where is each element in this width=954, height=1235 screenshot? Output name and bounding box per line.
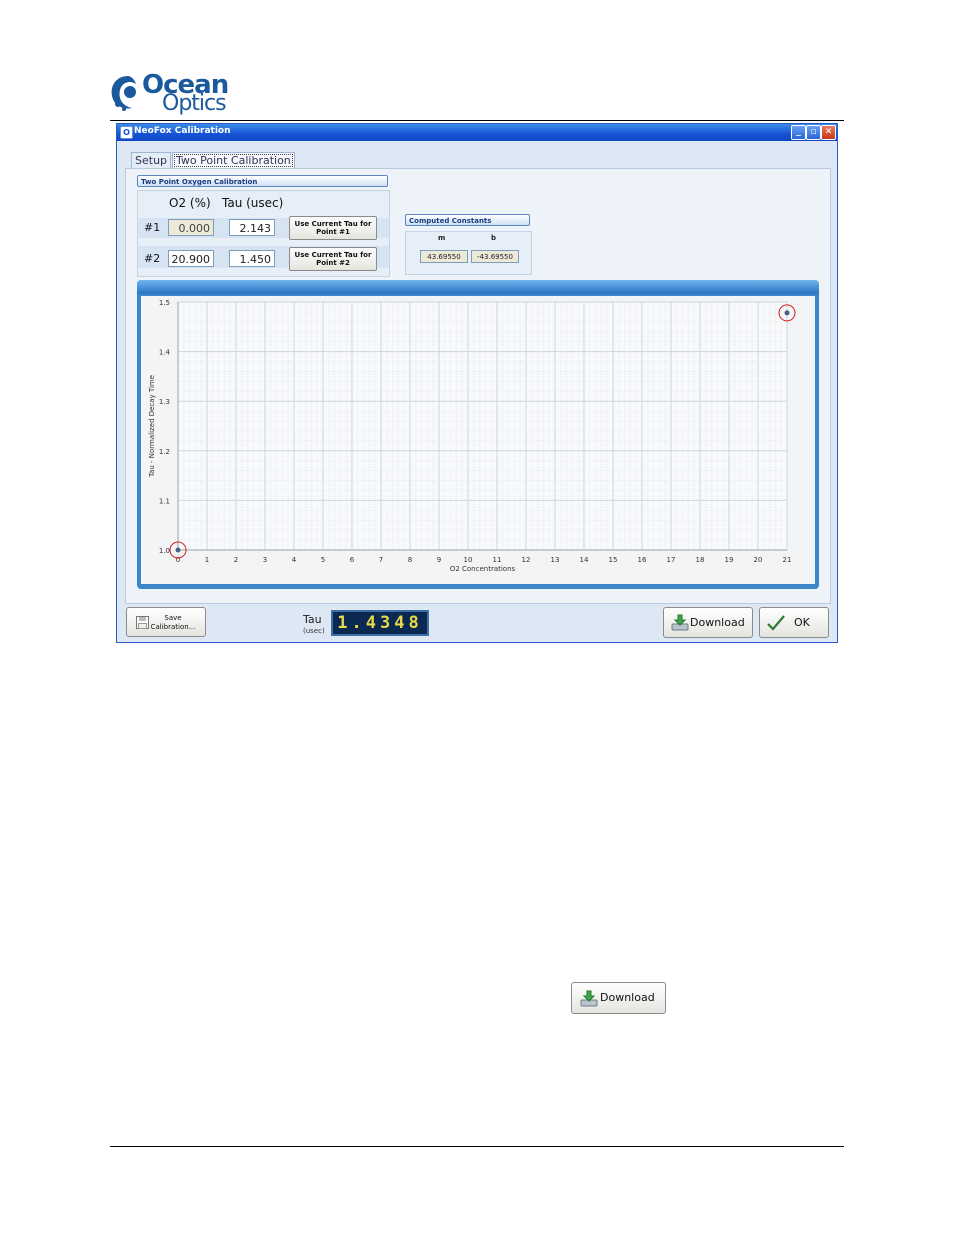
app-icon: O	[120, 126, 133, 139]
calibration-point	[784, 310, 790, 316]
x-axis-label: O2 Concentrations	[450, 565, 516, 573]
save-calibration-label: Save Calibration...	[150, 614, 196, 631]
maximize-button[interactable]: ▫	[806, 125, 821, 140]
ok-label: OK	[794, 616, 810, 629]
y-tick-label: 1.1	[159, 497, 170, 505]
window-title: NeoFox Calibration	[134, 126, 231, 136]
chart-area: 0 1 2 3 4 5 6 7 8 9 10 11 12 13 14 15 16 17 18 19 20 21 1.0 1.1…	[141, 296, 815, 584]
x-tick-label: 16	[638, 556, 647, 564]
x-tick-label: 19	[725, 556, 734, 564]
x-tick-label: 18	[696, 556, 705, 564]
use-current-tau-point-2-button[interactable]: Use Current Tau for Point #2	[289, 247, 377, 271]
x-tick-label: 3	[263, 556, 267, 564]
minimize-button[interactable]: _	[791, 125, 806, 140]
x-tick-label: 4	[292, 556, 297, 564]
tab-two-point-calibration[interactable]: Two Point Calibration	[172, 152, 295, 169]
x-tick-label: 17	[667, 556, 676, 564]
computed-constants-group: m b 43.69550 -43.69550	[405, 231, 532, 275]
x-tick-label: 14	[580, 556, 589, 564]
ocean-swirl-icon	[111, 76, 136, 111]
x-tick-label: 21	[783, 556, 792, 564]
y-tick-label: 1.4	[159, 349, 171, 357]
footer-rule	[110, 1146, 844, 1147]
x-tick-label: 15	[609, 556, 618, 564]
download-button-illustration[interactable]: Download	[571, 982, 666, 1014]
y-tick-label: 1.0	[159, 547, 170, 555]
b-label: b	[491, 234, 497, 242]
download-label: Download	[690, 616, 745, 629]
y-tick-label: 1.2	[159, 448, 170, 456]
o2-point-1-field[interactable]: 0.000	[168, 219, 214, 236]
x-tick-label: 9	[437, 556, 441, 564]
x-tick-label: 2	[234, 556, 238, 564]
tab-setup[interactable]: Setup	[131, 152, 172, 169]
brand-line-2: Optics	[162, 91, 227, 116]
ocean-optics-logo: Ocean Optics	[110, 70, 240, 120]
x-tick-label: 20	[754, 556, 763, 564]
x-tick-label: 8	[408, 556, 412, 564]
download-icon	[671, 614, 689, 631]
download-button[interactable]: Download	[663, 607, 753, 638]
title-bar[interactable]: O NeoFox Calibration _ ▫ ✕	[117, 124, 837, 141]
x-tick-label: 1	[205, 556, 209, 564]
o2-column-header: O2 (%)	[169, 196, 211, 210]
checkmark-icon	[767, 615, 785, 631]
x-tick-label: 5	[321, 556, 325, 564]
tau-point-1-field[interactable]: 2.143	[229, 219, 275, 236]
chart-frame: 0 1 2 3 4 5 6 7 8 9 10 11 12 13 14 15 16 17 18 19 20 21 1.0 1.1…	[137, 280, 819, 589]
x-tick-label: 6	[350, 556, 355, 564]
ok-button[interactable]: OK	[759, 607, 829, 638]
download-illustration-label: Download	[600, 991, 655, 1004]
x-tick-label: 7	[379, 556, 383, 564]
save-calibration-button[interactable]: Save Calibration...	[126, 607, 206, 637]
x-tick-label: 12	[522, 556, 531, 564]
calibration-section-title: Two Point Oxygen Calibration	[137, 175, 388, 187]
x-tick-label: 11	[493, 556, 502, 564]
x-tick-label: 10	[464, 556, 473, 564]
x-tick-label: 13	[551, 556, 560, 564]
y-axis-label: Tau - Normalized Decay Time	[148, 375, 156, 478]
download-icon	[580, 990, 598, 1007]
calibration-group: O2 (%) Tau (usec) #1 0.000 2.143 Use Cur…	[137, 190, 390, 277]
calibration-window: O NeoFox Calibration _ ▫ ✕ Setup Two Poi…	[116, 123, 838, 643]
b-value: -43.69550	[471, 250, 519, 263]
tau-readout-unit: (usec)	[303, 627, 325, 635]
calibration-point	[175, 547, 181, 553]
row-1-label: #1	[144, 221, 161, 234]
close-button[interactable]: ✕	[821, 125, 836, 140]
floppy-icon	[136, 616, 149, 629]
x-tick-label: 0	[176, 556, 180, 564]
computed-constants-title: Computed Constants	[405, 214, 530, 226]
row-2-label: #2	[144, 252, 161, 265]
y-tick-label: 1.3	[159, 398, 170, 406]
tau-column-header: Tau (usec)	[222, 196, 284, 210]
tau-readout-display: 1.4348	[331, 610, 429, 636]
tau-readout-label: Tau	[303, 613, 322, 626]
m-label: m	[438, 234, 446, 242]
m-value: 43.69550	[420, 250, 468, 263]
plot-background	[177, 301, 788, 551]
y-tick-label: 1.5	[159, 299, 170, 307]
calibration-chart: 0 1 2 3 4 5 6 7 8 9 10 11 12 13 14 15 16 17 18 19 20 211.01.1…	[148, 299, 796, 573]
use-current-tau-point-1-button[interactable]: Use Current Tau for Point #1	[289, 216, 377, 240]
tau-point-2-field[interactable]: 1.450	[229, 250, 275, 267]
o2-point-2-field[interactable]: 20.900	[168, 250, 214, 267]
header-rule	[110, 120, 844, 121]
